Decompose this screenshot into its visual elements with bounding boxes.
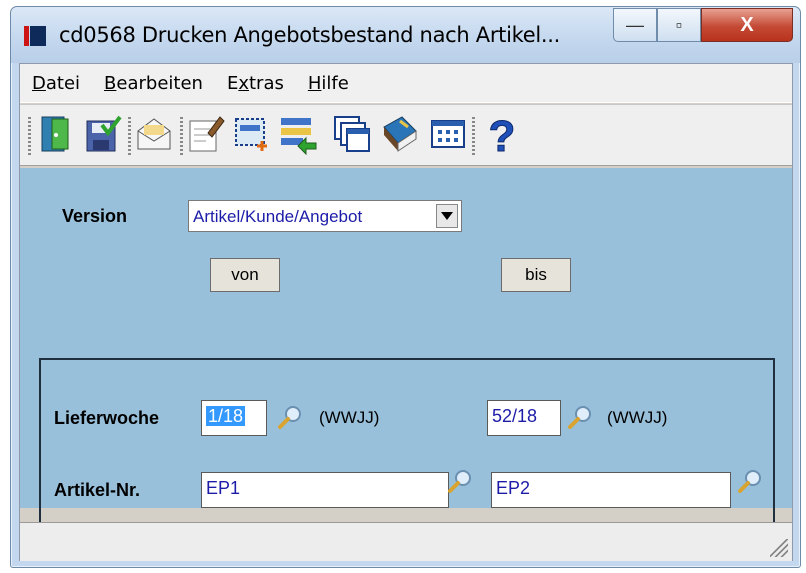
menu-bar: Datei Bearbeiten Extras Hilfe <box>20 64 792 103</box>
window-title: cd0568 Drucken Angebotsbestand nach Arti… <box>59 23 561 47</box>
maximize-button[interactable]: ▫ <box>657 8 701 42</box>
book-icon[interactable] <box>380 113 420 155</box>
status-bar <box>20 522 792 561</box>
form-panel: Version Artikel/Kunde/Angebot von bis Li… <box>20 168 792 544</box>
minimize-button[interactable]: — <box>613 8 657 42</box>
resize-grip-icon[interactable] <box>770 539 788 557</box>
menu-datei[interactable]: Datei <box>20 73 92 94</box>
toolbar-separator <box>472 117 475 155</box>
search-icon[interactable] <box>447 468 473 494</box>
lieferwoche-bis-input[interactable]: 52/18 <box>487 400 561 436</box>
lieferwoche-bis-hint: (WWJJ) <box>607 408 668 427</box>
search-icon[interactable] <box>567 404 593 430</box>
version-label: Version <box>62 206 128 226</box>
app-window: cd0568 Drucken Angebotsbestand nach Arti… <box>10 6 801 568</box>
menu-extras[interactable]: Extras <box>215 73 296 94</box>
windows-stack-icon[interactable] <box>332 113 372 155</box>
chevron-down-icon[interactable] <box>436 204 458 228</box>
list-arrow-icon[interactable] <box>278 113 318 156</box>
menu-bearbeiten[interactable]: Bearbeiten <box>92 73 215 94</box>
toolbar-separator <box>180 117 183 155</box>
lieferwoche-von-value: 1/18 <box>206 406 246 426</box>
save-check-icon[interactable] <box>82 113 122 155</box>
search-icon[interactable] <box>737 468 763 494</box>
app-logo-icon <box>24 26 46 46</box>
version-select-value: Artikel/Kunde/Angebot <box>193 207 363 226</box>
mail-envelope-icon[interactable] <box>134 113 174 155</box>
close-button[interactable]: X <box>701 8 793 42</box>
artikel-bis-input[interactable]: EP2 <box>491 472 731 508</box>
minimize-icon: — <box>626 14 644 35</box>
lieferwoche-label: Lieferwoche <box>54 408 160 428</box>
search-icon[interactable] <box>277 404 303 430</box>
client-area: Datei Bearbeiten Extras Hilfe ? Version … <box>19 63 793 561</box>
close-icon: X <box>740 13 754 36</box>
bis-button[interactable]: bis <box>501 258 571 292</box>
help-glyph: ? <box>489 113 516 155</box>
version-select[interactable]: Artikel/Kunde/Angebot <box>188 200 462 232</box>
title-bar[interactable]: cd0568 Drucken Angebotsbestand nach Arti… <box>11 7 800 63</box>
maximize-icon: ▫ <box>675 14 683 35</box>
criteria-group: Lieferwoche 1/18 (WWJJ) 52/18 (WWJJ) Art… <box>39 358 775 544</box>
toolbar-separator <box>128 117 131 155</box>
artikel-von-input[interactable]: EP1 <box>201 472 449 508</box>
edit-document-icon[interactable] <box>186 113 226 155</box>
menu-hilfe[interactable]: Hilfe <box>296 73 361 94</box>
toolbar-grip[interactable] <box>28 117 31 155</box>
lieferwoche-von-input[interactable]: 1/18 <box>201 400 267 436</box>
von-button[interactable]: von <box>210 258 280 292</box>
window-controls: — ▫ X <box>613 8 793 44</box>
toolbar: ? <box>20 104 792 166</box>
lieferwoche-von-hint: (WWJJ) <box>319 408 380 427</box>
grid-window-icon[interactable] <box>428 113 468 155</box>
artikel-label: Artikel-Nr. <box>54 480 141 500</box>
exit-door-icon[interactable] <box>36 113 76 155</box>
help-question-icon[interactable]: ? <box>482 112 522 162</box>
select-area-icon[interactable] <box>232 113 272 155</box>
